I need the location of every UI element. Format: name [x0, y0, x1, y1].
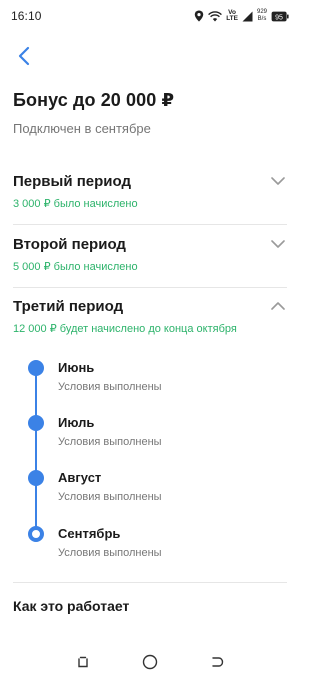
- timeline-dot-filled: [28, 360, 44, 376]
- timeline-month: Август: [58, 470, 102, 485]
- chevron-up-icon[interactable]: [269, 297, 287, 315]
- location-icon: [194, 10, 204, 22]
- wifi-icon: [208, 10, 223, 21]
- divider: [13, 287, 287, 288]
- timeline-dot-current: [28, 526, 44, 542]
- timeline-status: Условия выполнены: [58, 491, 162, 503]
- home-circle-icon: [142, 654, 158, 670]
- back-button[interactable]: [10, 42, 38, 70]
- home-button[interactable]: [138, 650, 162, 674]
- timeline-dot-filled: [28, 470, 44, 486]
- divider: [13, 224, 287, 225]
- timeline-status: Условия выполнены: [58, 381, 162, 393]
- page-title: Бонус до 20 000 ₽: [13, 90, 175, 110]
- period-note: 5 000 ₽ было начислено: [13, 261, 138, 273]
- timeline-dot-filled: [28, 415, 44, 431]
- status-bar: 16:10 Vo LTE 929 B/s 95: [0, 0, 300, 32]
- period-third[interactable]: Третий период 12 000 ₽ будет начислено д…: [13, 297, 287, 335]
- battery-level: 95: [275, 14, 283, 21]
- timeline-status: Условия выполнены: [58, 547, 162, 559]
- status-icons: Vo LTE 929 B/s 95: [194, 9, 289, 23]
- recents-button[interactable]: [71, 650, 95, 674]
- volte-indicator: Vo LTE: [226, 9, 238, 23]
- period-header[interactable]: Второй период: [13, 235, 287, 253]
- period-title: Третий период: [13, 297, 124, 315]
- how-it-works-link[interactable]: Как это работает: [13, 598, 129, 614]
- timeline-line: [35, 368, 37, 534]
- recents-icon: [78, 656, 89, 668]
- page-subtitle: Подключен в сентябре: [13, 121, 151, 136]
- network-speed-value: 929: [256, 9, 267, 15]
- signal-icon: [242, 11, 253, 21]
- chevron-down-icon[interactable]: [269, 235, 287, 253]
- chevron-left-icon: [18, 46, 30, 66]
- period-first[interactable]: Первый период 3 000 ₽ было начислено: [13, 172, 287, 210]
- period-note: 3 000 ₽ было начислено: [13, 198, 138, 210]
- period-header[interactable]: Третий период: [13, 297, 287, 315]
- back-nav-icon: [211, 657, 223, 667]
- period-second[interactable]: Второй период 5 000 ₽ было начислено: [13, 235, 287, 273]
- timeline-month: Июль: [58, 415, 95, 430]
- timeline-month: Сентябрь: [58, 526, 121, 541]
- timeline-month: Июнь: [58, 360, 95, 375]
- period-note: 12 000 ₽ будет начислено до конца октябр…: [13, 323, 237, 335]
- period-header[interactable]: Первый период: [13, 172, 287, 190]
- period-title: Первый период: [13, 172, 131, 190]
- system-nav-bar: [0, 640, 300, 684]
- chevron-down-icon[interactable]: [269, 172, 287, 190]
- timeline-status: Условия выполнены: [58, 436, 162, 448]
- period-title: Второй период: [13, 235, 126, 253]
- status-time: 16:10: [11, 9, 42, 23]
- lte-label: LTE: [226, 15, 238, 22]
- network-speed-unit: B/s: [257, 16, 267, 22]
- back-nav-button[interactable]: [205, 650, 229, 674]
- battery-icon: 95: [271, 11, 289, 21]
- divider: [13, 582, 287, 583]
- network-speed: 929 B/s: [257, 9, 267, 23]
